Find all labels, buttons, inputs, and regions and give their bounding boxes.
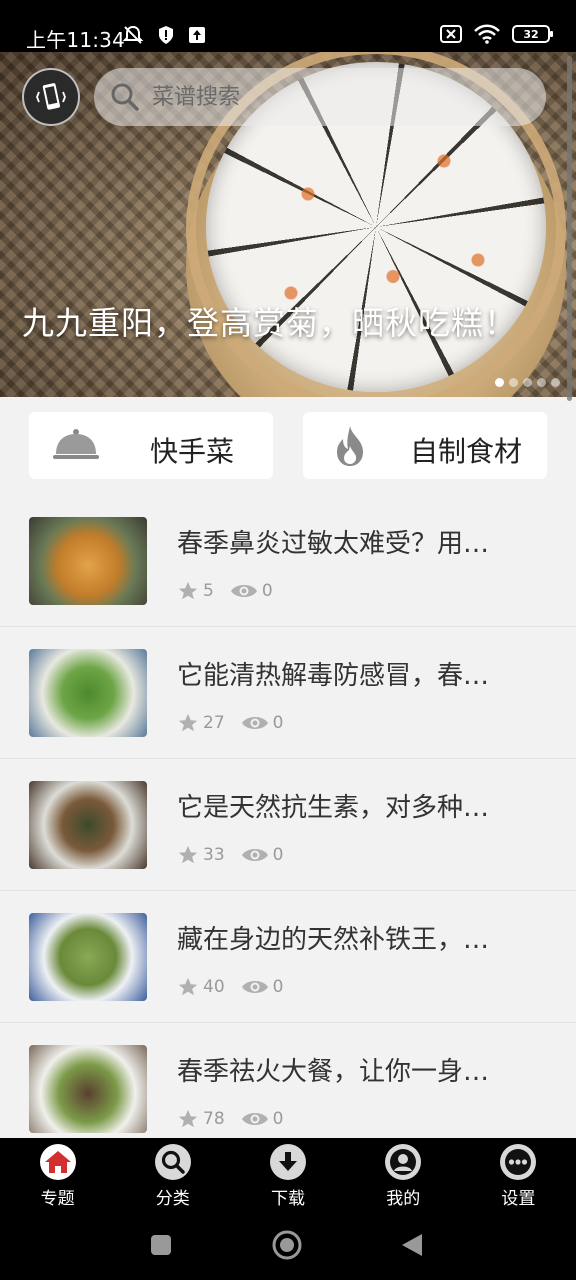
view-count: 0	[272, 977, 284, 997]
nav-item-topics[interactable]: 专题	[0, 1138, 115, 1210]
recipe-title: 藏在身边的天然补铁王，…	[177, 925, 490, 955]
wifi-icon	[474, 24, 500, 44]
nav-item-categories[interactable]: 分类	[115, 1138, 230, 1210]
battery-level: 32	[523, 27, 539, 41]
recipe-title: 它是天然抗生素，对多种…	[177, 793, 490, 823]
banner-dot[interactable]	[495, 378, 504, 387]
home-icon	[44, 1151, 71, 1173]
banner-dot[interactable]	[537, 378, 546, 387]
search-bar[interactable]	[94, 68, 546, 126]
star-count: 78	[203, 1109, 225, 1129]
nav-item-downloads[interactable]: 下载	[230, 1138, 345, 1210]
nav-label: 我的	[386, 1189, 421, 1209]
nav-item-settings[interactable]: 设置	[461, 1138, 576, 1210]
featured-banner[interactable]: 九九重阳，登高赏菊，晒秋吃糕！	[0, 52, 576, 397]
star-icon	[178, 1109, 198, 1128]
recipe-thumbnail	[29, 517, 147, 605]
cloche-icon	[53, 429, 99, 459]
user-icon	[390, 1149, 417, 1175]
banner-caption: 九九重阳，登高赏菊，晒秋吃糕！	[22, 304, 518, 342]
recipe-list-item[interactable]: 春季祛火大餐，让你一身… 78 0	[0, 1023, 576, 1155]
phone-menu-button[interactable]	[22, 68, 80, 126]
no-sim-icon	[440, 25, 462, 43]
search-input[interactable]	[152, 84, 512, 110]
recents-icon[interactable]	[150, 1234, 172, 1256]
star-icon	[178, 713, 198, 732]
homemade-ingredients-label: 自制食材	[409, 435, 522, 468]
eye-icon	[241, 981, 268, 993]
recipe-thumbnail	[29, 781, 147, 869]
star-icon	[178, 977, 198, 996]
homemade-ingredients-button[interactable]: 自制食材	[303, 412, 547, 479]
recipe-stats: 78 0	[177, 1108, 299, 1130]
recipe-title: 它能清热解毒防感冒，春…	[177, 661, 490, 691]
recipe-thumbnail	[29, 913, 147, 1001]
view-count: 0	[272, 845, 284, 865]
recipe-list-item[interactable]: 它是天然抗生素，对多种… 33 0	[0, 759, 576, 891]
star-count: 40	[203, 977, 225, 997]
recipe-list-item[interactable]: 藏在身边的天然补铁王，… 40 0	[0, 891, 576, 1023]
eye-icon	[230, 585, 257, 597]
download-icon	[279, 1152, 297, 1171]
nav-label: 分类	[155, 1189, 190, 1209]
nav-icon-wrap	[39, 1144, 76, 1180]
star-count: 27	[203, 713, 225, 733]
recipe-stats: 33 0	[177, 844, 299, 866]
recipe-thumbnail	[29, 649, 147, 737]
nav-label: 下载	[271, 1189, 305, 1209]
back-icon[interactable]	[400, 1232, 424, 1258]
eye-icon	[241, 1113, 268, 1125]
star-count: 5	[203, 581, 214, 601]
banner-dot[interactable]	[523, 378, 532, 387]
star-count: 33	[203, 845, 225, 865]
shield-alert-icon	[159, 26, 173, 44]
nav-item-profile[interactable]: 我的	[346, 1138, 461, 1210]
search-icon	[111, 83, 139, 111]
nav-label: 设置	[501, 1189, 536, 1209]
phone-vibrate-icon	[36, 83, 66, 110]
battery-indicator: 32	[512, 25, 553, 43]
view-count: 0	[261, 581, 273, 601]
recipe-list: 春季鼻炎过敏太难受？用… 5 0 它能清热解毒防感冒，春… 27 0 它是天然抗…	[0, 495, 576, 1155]
status-bar: 上午11:34 32	[0, 0, 576, 52]
recipe-list-item[interactable]: 春季鼻炎过敏太难受？用… 5 0	[0, 495, 576, 627]
mute-bell-icon	[122, 25, 144, 44]
view-count: 0	[272, 713, 284, 733]
flame-icon	[337, 426, 363, 466]
search-icon	[161, 1150, 185, 1174]
star-icon	[178, 845, 198, 864]
recipe-title: 春季鼻炎过敏太难受？用…	[177, 529, 490, 559]
nav-icon-wrap	[500, 1144, 537, 1180]
nav-label: 专题	[40, 1189, 75, 1209]
banner-dot[interactable]	[551, 378, 560, 387]
scrollbar[interactable]	[567, 56, 572, 401]
eye-icon	[241, 849, 268, 861]
bottom-nav: 专题 分类 下载 我的 设置	[0, 1138, 576, 1210]
eye-icon	[241, 717, 268, 729]
quick-dishes-button[interactable]: 快手菜	[29, 412, 273, 479]
status-left-icons	[122, 24, 206, 46]
status-time: 上午11:34	[26, 28, 126, 52]
banner-pagination	[495, 378, 560, 387]
nav-icon-wrap	[154, 1144, 191, 1180]
banner-dot[interactable]	[509, 378, 518, 387]
recipe-thumbnail	[29, 1045, 147, 1133]
recipe-stats: 40 0	[177, 976, 299, 998]
view-count: 0	[272, 1109, 284, 1129]
quick-dishes-label: 快手菜	[149, 435, 234, 468]
nav-icon-wrap	[270, 1144, 306, 1180]
home-button-icon[interactable]	[272, 1230, 302, 1260]
recipe-title: 春季祛火大餐，让你一身…	[177, 1057, 490, 1087]
recipe-list-item[interactable]: 它能清热解毒防感冒，春… 27 0	[0, 627, 576, 759]
star-icon	[178, 581, 198, 600]
upload-icon	[189, 27, 205, 43]
recipe-stats: 27 0	[177, 712, 299, 734]
more-icon	[505, 1149, 532, 1175]
status-right-icons: 32	[440, 24, 553, 44]
nav-icon-wrap	[385, 1144, 422, 1180]
system-nav-bar	[0, 1210, 576, 1280]
recipe-stats: 5 0	[177, 580, 289, 602]
